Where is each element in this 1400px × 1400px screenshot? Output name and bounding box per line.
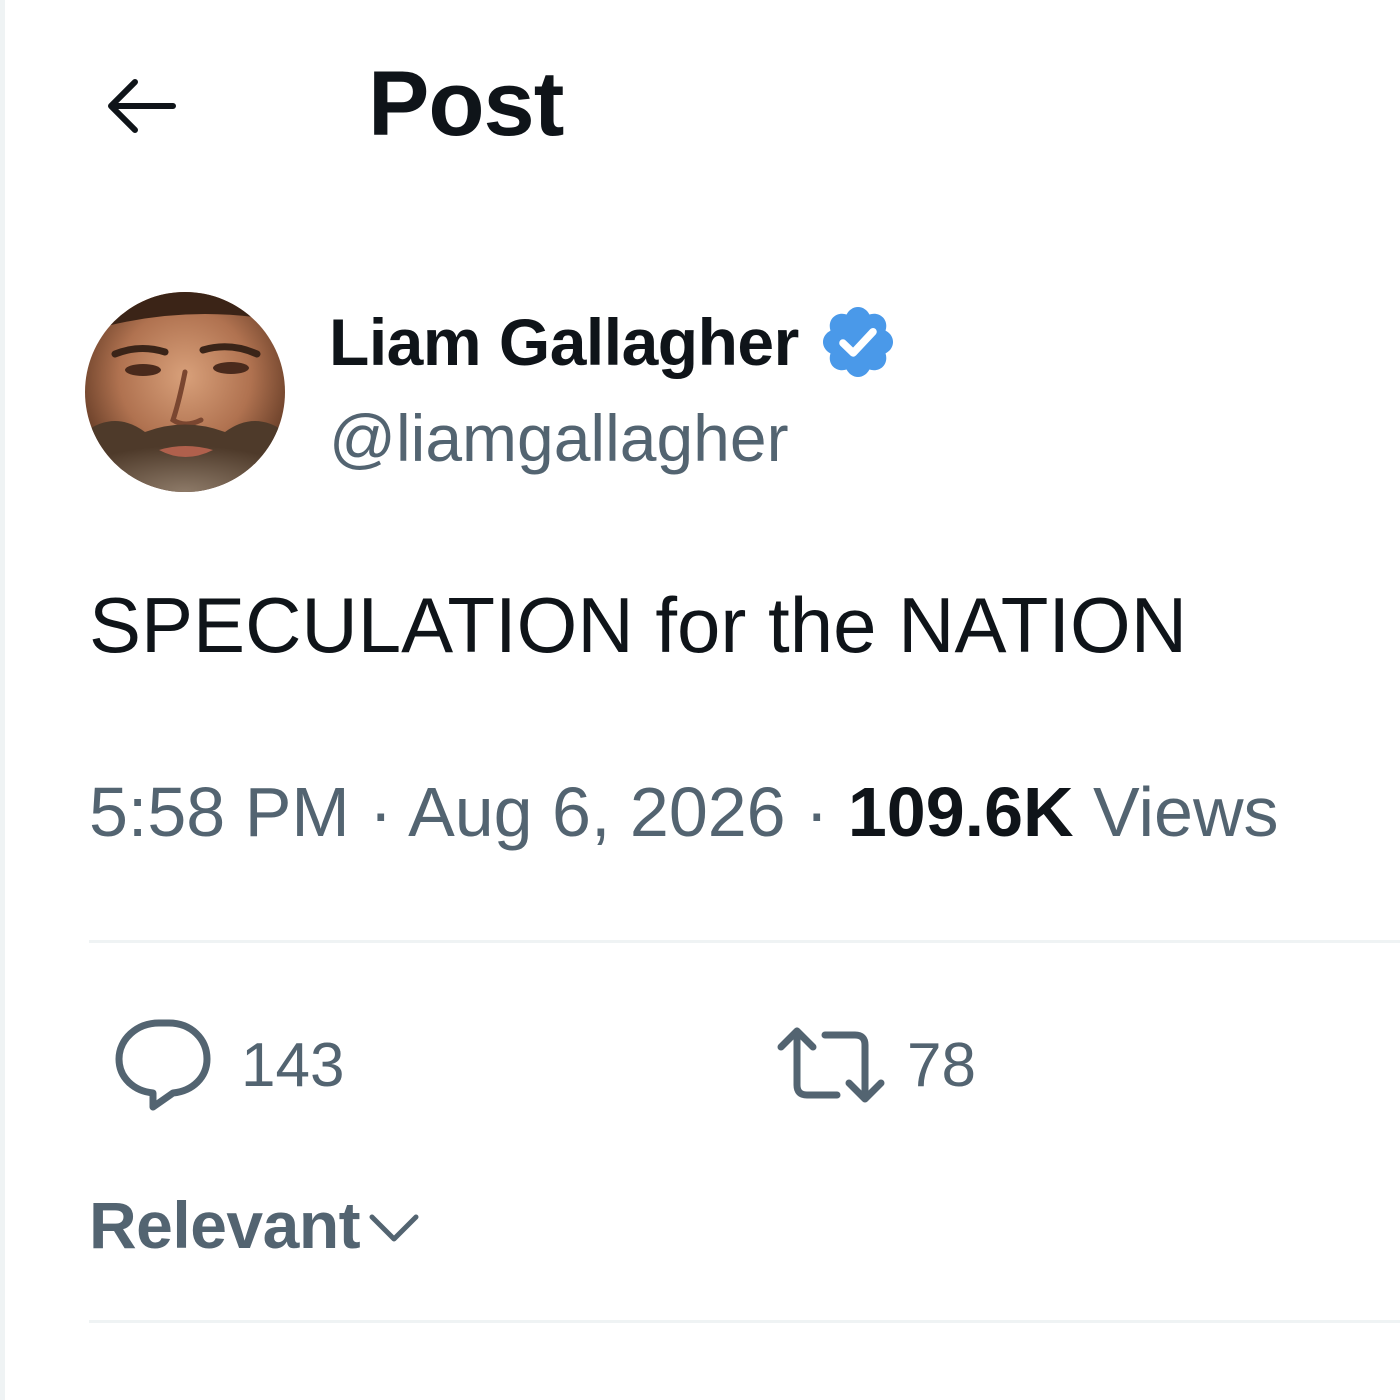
- page-header: Post: [5, 0, 1400, 210]
- post-time[interactable]: 5:58 PM: [89, 773, 350, 851]
- repost-button[interactable]: 78: [775, 1005, 976, 1125]
- display-name-row: Liam Gallagher: [329, 304, 899, 380]
- post-actions: 143 78: [89, 1005, 1389, 1125]
- speech-bubble-icon: [115, 1019, 211, 1111]
- verified-badge-icon[interactable]: [817, 301, 899, 383]
- divider: [89, 1320, 1400, 1323]
- meta-separator: ·: [369, 773, 393, 851]
- post-author: Liam Gallagher @liamgallagher: [85, 292, 1385, 497]
- display-name[interactable]: Liam Gallagher: [329, 304, 799, 380]
- reply-count: 143: [241, 1030, 345, 1100]
- post-detail-page: Post Liam Gallagher @liamgallagher SPECU…: [0, 0, 1400, 1400]
- views-label: Views: [1093, 773, 1279, 851]
- back-button[interactable]: [87, 54, 191, 158]
- chevron-down-icon: [364, 1195, 424, 1255]
- repost-arrows-icon: [777, 1027, 885, 1103]
- author-handle[interactable]: @liamgallagher: [329, 400, 789, 476]
- avatar-photo: [85, 292, 285, 492]
- post-date[interactable]: Aug 6, 2026: [408, 773, 786, 851]
- replies-sort-dropdown[interactable]: Relevant: [89, 1180, 424, 1270]
- arrow-left-icon: [108, 79, 176, 133]
- post-text: SPECULATION for the NATION: [89, 581, 1188, 669]
- divider: [89, 940, 1400, 943]
- post-meta: 5:58 PM · Aug 6, 2026 · 109.6K Views: [89, 770, 1279, 854]
- sort-label: Relevant: [89, 1188, 361, 1262]
- views-count: 109.6K: [847, 773, 1074, 851]
- avatar[interactable]: [85, 292, 285, 492]
- page-title: Post: [368, 53, 564, 155]
- meta-separator: ·: [805, 773, 829, 851]
- repost-count: 78: [907, 1030, 976, 1100]
- reply-button[interactable]: 143: [113, 1005, 344, 1125]
